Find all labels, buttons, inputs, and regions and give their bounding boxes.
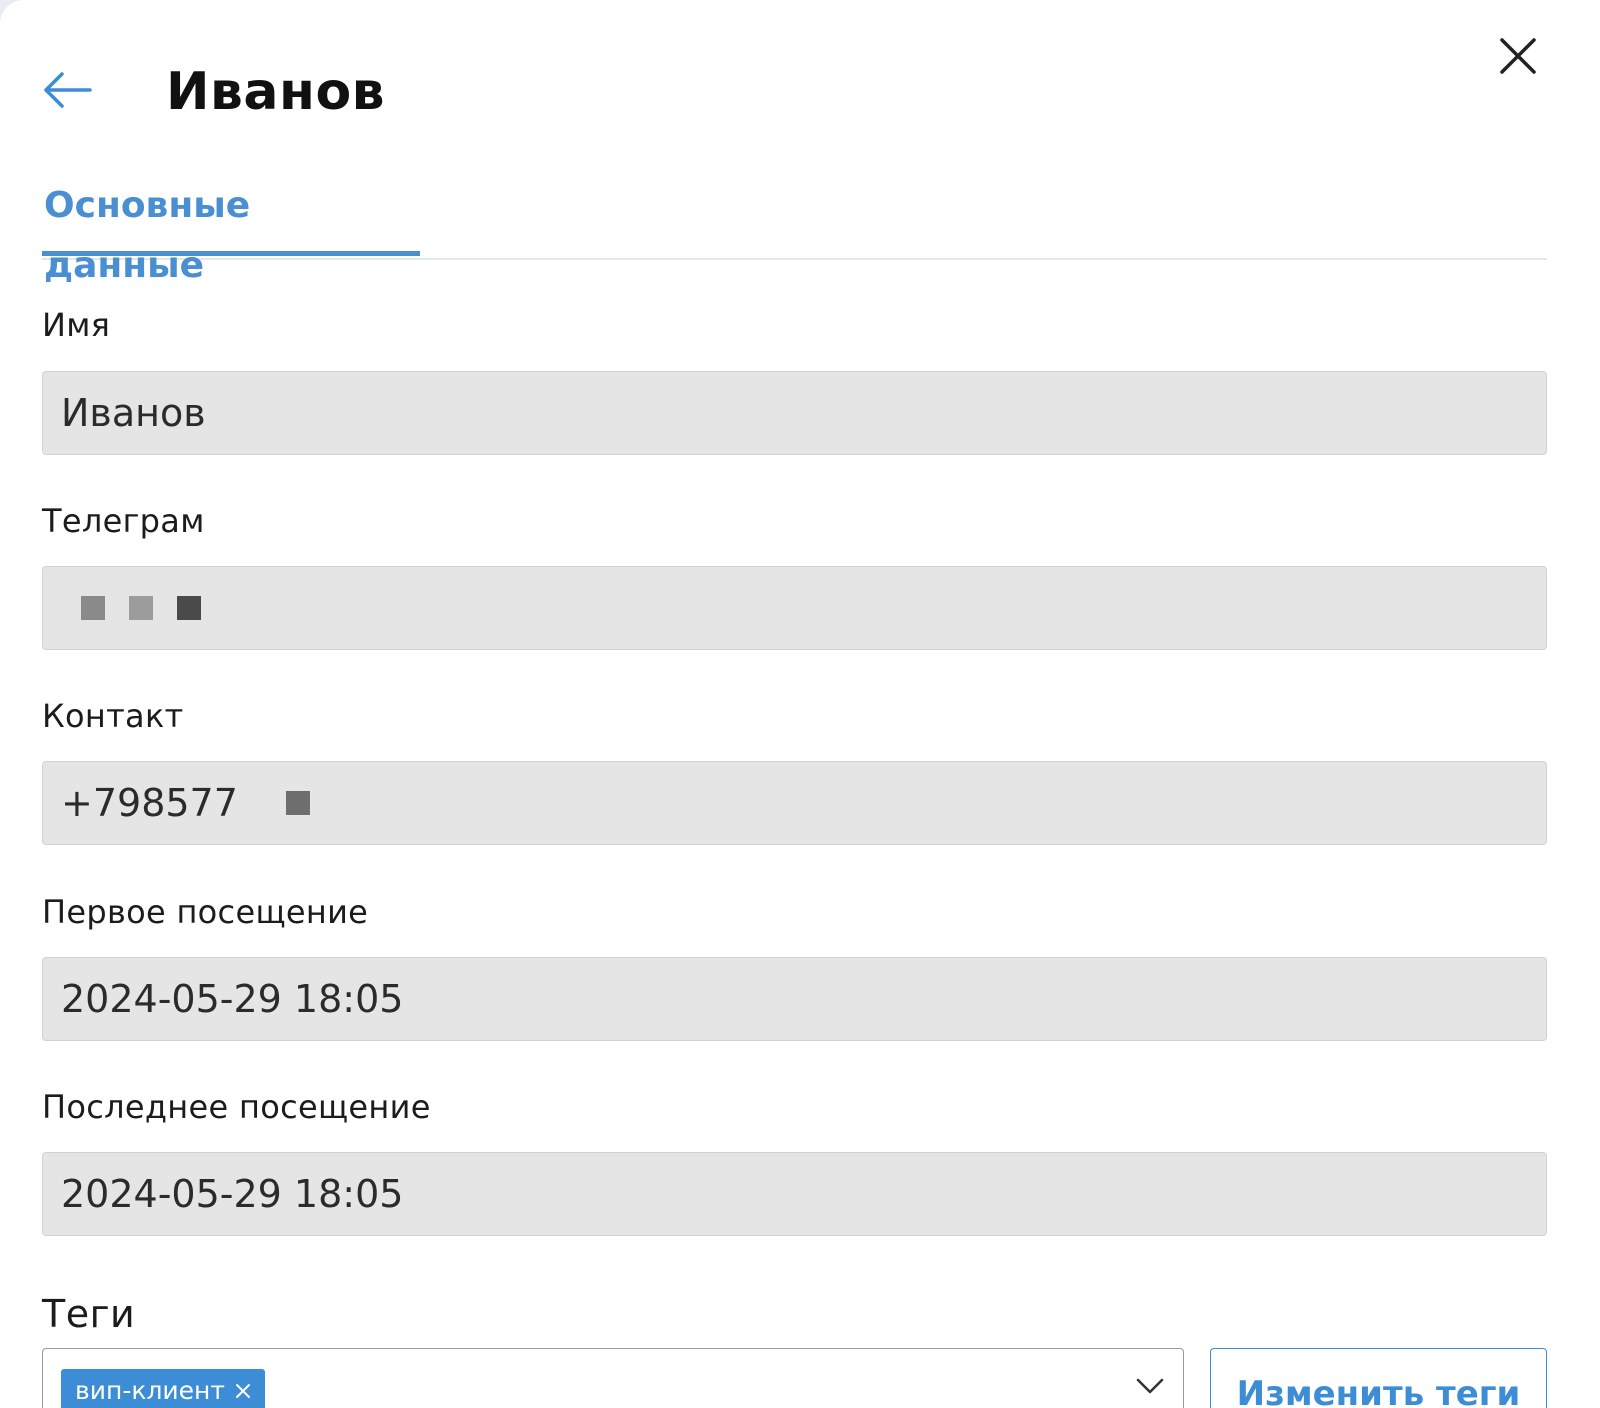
telegram-label: Телеграм [42, 502, 205, 540]
tag-remove-button[interactable] [235, 1376, 251, 1405]
edit-tags-button[interactable]: Изменить теги [1210, 1348, 1547, 1408]
chevron-down-icon [1135, 1371, 1165, 1401]
close-small-icon [235, 1376, 251, 1405]
last-visit-value: 2024-05-29 18:05 [61, 1172, 404, 1216]
page-title: Иванов [166, 62, 386, 122]
first-visit-label: Первое посещение [42, 893, 369, 931]
tab-bar: Основные данные [42, 176, 1547, 286]
name-label: Имя [42, 306, 111, 344]
last-visit-label: Последнее посещение [42, 1088, 431, 1126]
name-field[interactable]: Иванов [42, 371, 1547, 455]
telegram-field[interactable] [42, 566, 1547, 650]
tag-chip: вип-клиент [61, 1369, 265, 1408]
back-button[interactable] [42, 52, 122, 132]
client-details-panel: Иванов Основные данные Имя Иванов Телегр… [0, 0, 1600, 1408]
close-icon [1498, 36, 1538, 80]
contact-label: Контакт [42, 697, 184, 735]
contact-value: +798577 [61, 781, 238, 825]
name-value: Иванов [61, 391, 206, 435]
first-visit-field[interactable]: 2024-05-29 18:05 [42, 957, 1547, 1041]
redacted-block [285, 791, 334, 815]
first-visit-value: 2024-05-29 18:05 [61, 977, 404, 1021]
redacted-block [81, 596, 225, 620]
tag-chip-label: вип-клиент [75, 1375, 225, 1405]
contact-field[interactable]: +798577 [42, 761, 1547, 845]
tags-select[interactable]: вип-клиент [42, 1348, 1184, 1408]
last-visit-field[interactable]: 2024-05-29 18:05 [42, 1152, 1547, 1236]
panel-header: Иванов [42, 52, 385, 132]
arrow-left-icon [42, 70, 92, 114]
tab-main-data[interactable]: Основные данные [42, 176, 420, 286]
tags-label: Теги [42, 1292, 136, 1336]
close-button[interactable] [1490, 30, 1546, 86]
